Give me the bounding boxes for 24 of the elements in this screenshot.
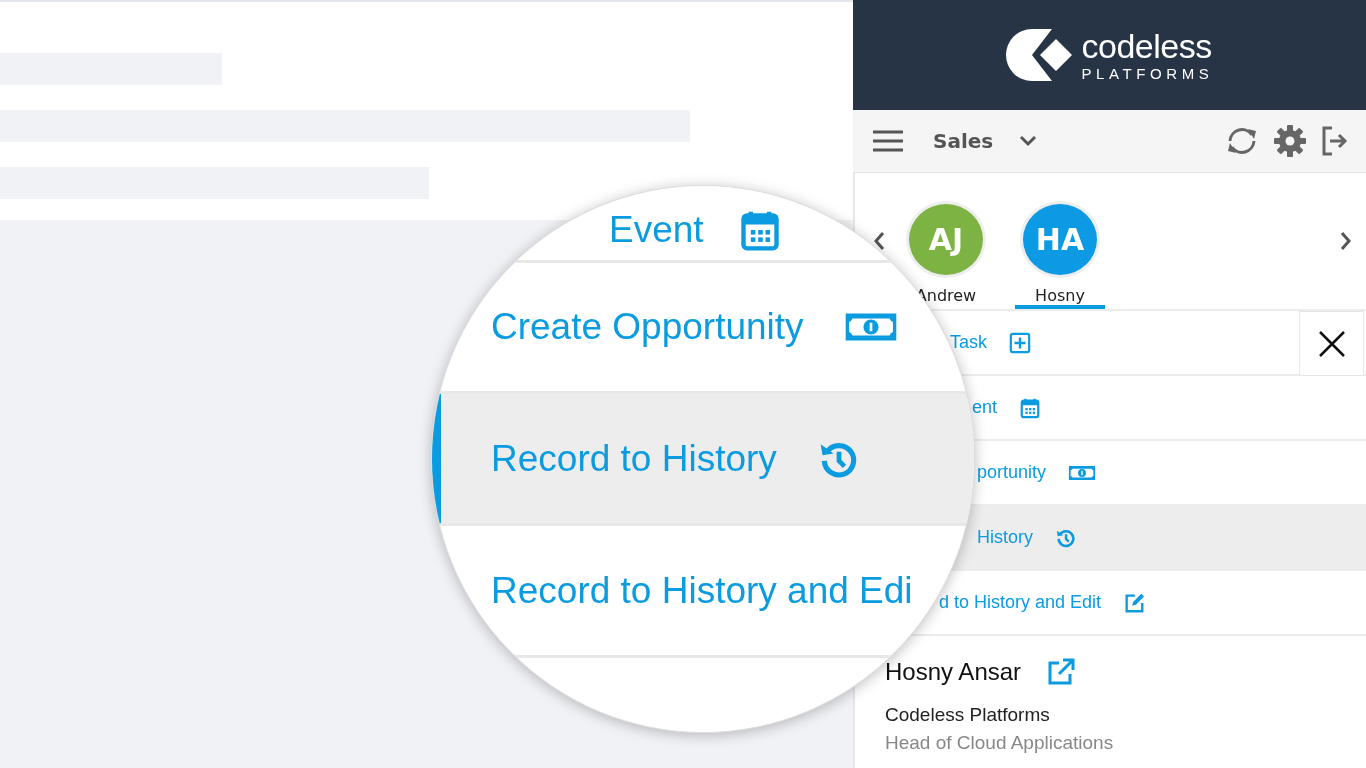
- action-item[interactable]: ent: [972, 390, 1046, 425]
- menu-icon[interactable]: [873, 130, 903, 152]
- logo-wordmark: codeless: [1081, 29, 1213, 63]
- edit-icon: [1123, 591, 1146, 614]
- calendar-icon: [1019, 396, 1042, 419]
- action-item[interactable]: Record to History and Edi: [491, 565, 917, 616]
- avatar: HA: [1020, 201, 1100, 278]
- action-item[interactable]: Create Opportunity: [491, 296, 902, 358]
- logout-icon[interactable]: [1320, 126, 1348, 156]
- avatar: AJ: [906, 201, 986, 278]
- close-button[interactable]: [1299, 311, 1364, 376]
- close-icon: [1317, 329, 1346, 358]
- action-item[interactable]: Event: [609, 204, 786, 256]
- contact-name: Hosny Ansar: [885, 658, 1022, 686]
- logo-icon: [1005, 29, 1074, 81]
- workspace-dropdown[interactable]: Sales: [933, 129, 1038, 153]
- company-name: Codeless Platforms: [885, 704, 1051, 726]
- job-title: Head of Cloud Applications: [885, 732, 1115, 754]
- chevron-icon: [1019, 135, 1038, 147]
- external-link-icon[interactable]: [1047, 658, 1076, 686]
- action-item[interactable]: portunity: [977, 452, 1101, 493]
- contact-tab[interactable]: HA Hosny: [1015, 187, 1105, 309]
- add-icon: [1009, 331, 1031, 354]
- logo-subtitle: PLATFORMS: [1081, 66, 1214, 81]
